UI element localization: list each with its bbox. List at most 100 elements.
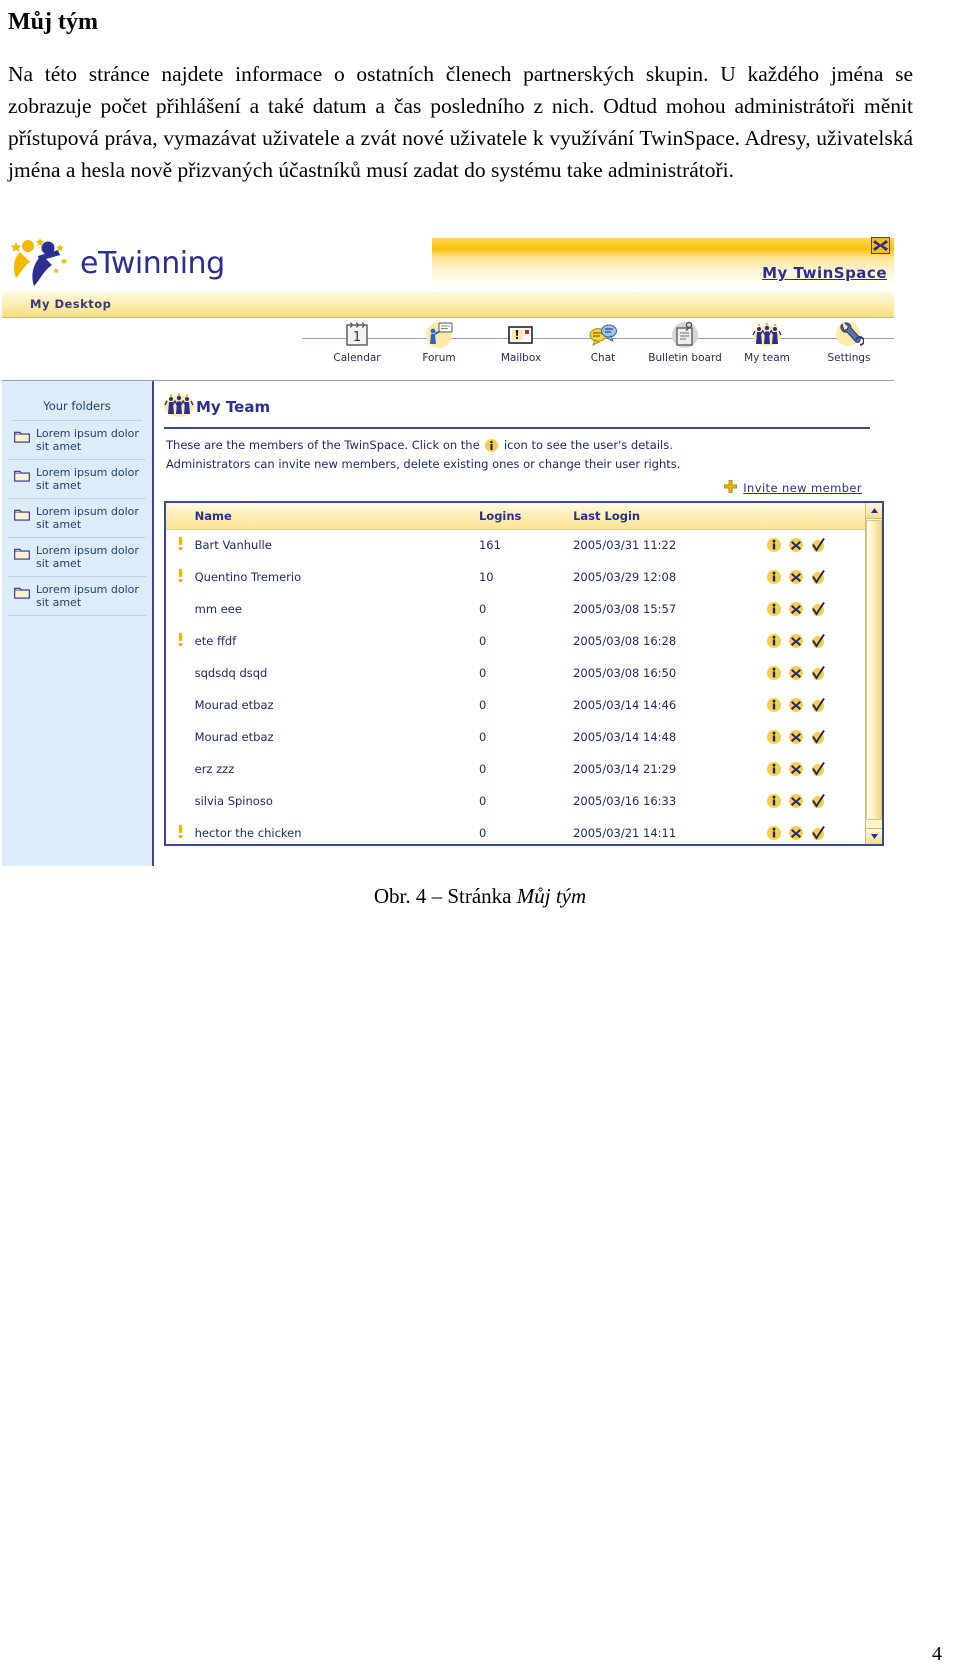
- member-last-login: 2005/03/14 14:48: [573, 730, 677, 744]
- scrollbar-thumb[interactable]: [866, 520, 882, 820]
- admin-flag-cell: [166, 561, 195, 593]
- approve-check-icon[interactable]: [811, 601, 826, 616]
- section-title-label: My Team: [196, 398, 271, 416]
- info-icon[interactable]: [767, 826, 782, 840]
- etwinning-screenshot: eTwinning My TwinSpace My Desktop 1 Calen…: [2, 234, 894, 866]
- description-line1-part1: These are the members of the TwinSpace. …: [166, 438, 480, 452]
- sidebar-folder-item[interactable]: Lorem ipsum dolor sit amet: [8, 421, 146, 460]
- folder-icon: [14, 545, 30, 564]
- admin-flag-cell: [166, 753, 195, 785]
- approve-check-icon[interactable]: [811, 697, 826, 712]
- info-icon[interactable]: [767, 602, 782, 616]
- nav-item-chat[interactable]: Chat: [566, 318, 640, 364]
- nav-item-label: My team: [744, 352, 790, 364]
- approve-check-icon[interactable]: [811, 825, 826, 840]
- approve-check-icon[interactable]: [811, 729, 826, 744]
- member-name: Quentino Tremerio: [194, 570, 302, 584]
- delete-x-icon[interactable]: [789, 538, 804, 553]
- my-desktop-link[interactable]: My Desktop: [30, 297, 111, 311]
- sidebar-folder-item[interactable]: Lorem ipsum dolor sit amet: [8, 538, 146, 577]
- member-logins: 0: [478, 730, 487, 744]
- info-icon[interactable]: [767, 634, 782, 648]
- delete-x-icon[interactable]: [789, 730, 804, 744]
- info-icon[interactable]: [767, 570, 782, 584]
- delete-x-icon[interactable]: [789, 698, 804, 712]
- folder-icon: [14, 584, 30, 603]
- table-header-row: Name Logins Last Login: [166, 503, 882, 530]
- approve-check-icon[interactable]: [811, 761, 826, 776]
- bulletin-board-icon: [648, 318, 722, 350]
- my-team-icon: [730, 318, 804, 350]
- nav-item-bulletin-board[interactable]: Bulletin board: [648, 318, 722, 364]
- info-icon[interactable]: [767, 762, 782, 776]
- info-icon[interactable]: [767, 730, 782, 744]
- info-icon[interactable]: [767, 538, 782, 553]
- approve-check-icon[interactable]: [811, 633, 826, 648]
- member-last-login: 2005/03/29 12:08: [573, 570, 677, 584]
- admin-flag-cell: [166, 721, 195, 753]
- col-admin-flag: [166, 503, 195, 530]
- nav-item-settings[interactable]: Settings: [812, 318, 886, 364]
- table-row: Quentino Tremerio 10 2005/03/29 12:08: [166, 561, 882, 593]
- admin-flag-icon: [176, 537, 185, 553]
- member-name: Mourad etbaz: [194, 698, 274, 712]
- nav-item-label: Forum: [422, 352, 456, 364]
- page-number: 4: [932, 1643, 942, 1665]
- table-row: erz zzz 0 2005/03/14 21:29: [166, 753, 882, 785]
- admin-flag-cell: [166, 593, 195, 625]
- sidebar-folder-item[interactable]: Lorem ipsum dolor sit amet: [8, 499, 146, 538]
- nav-item-forum[interactable]: Forum: [402, 318, 476, 364]
- approve-check-icon[interactable]: [811, 569, 826, 584]
- figure-caption: Obr. 4 – Stránka Můj tým: [0, 884, 960, 909]
- member-name: Mourad etbaz: [194, 730, 274, 744]
- member-name: Bart Vanhulle: [194, 538, 272, 553]
- info-icon[interactable]: [767, 666, 782, 680]
- nav-item-calendar[interactable]: 1 Calendar: [320, 318, 394, 364]
- delete-x-icon[interactable]: [789, 634, 804, 648]
- col-name: Name: [194, 503, 479, 530]
- plus-icon[interactable]: [723, 478, 738, 497]
- section-description: These are the members of the TwinSpace. …: [162, 429, 886, 472]
- settings-wrench-icon: [812, 318, 886, 350]
- close-icon[interactable]: [871, 237, 890, 254]
- member-logins: 10: [478, 570, 494, 584]
- scroll-down-button[interactable]: [866, 828, 882, 844]
- member-logins: 161: [478, 538, 501, 553]
- table-scrollbar[interactable]: [865, 503, 882, 844]
- info-icon[interactable]: [767, 794, 782, 808]
- caption-prefix: Obr. 4 – Stránka: [373, 884, 517, 908]
- invite-row: Invite new member: [162, 472, 886, 501]
- my-twinspace-link[interactable]: My TwinSpace: [762, 264, 887, 282]
- scroll-up-button[interactable]: [866, 503, 882, 519]
- table-row: mm eee 0 2005/03/08 15:57: [166, 593, 882, 625]
- members-table: Name Logins Last Login Bart Vanhulle 161 2…: [166, 503, 882, 844]
- sidebar-folder-label: Lorem ipsum dolor sit amet: [36, 466, 139, 492]
- chat-icon: [566, 318, 640, 350]
- delete-x-icon[interactable]: [789, 666, 804, 680]
- approve-check-icon[interactable]: [811, 793, 826, 808]
- delete-x-icon[interactable]: [789, 762, 804, 776]
- member-logins: 0: [478, 602, 487, 616]
- member-last-login: 2005/03/21 14:11: [573, 826, 677, 840]
- member-logins: 0: [478, 826, 487, 840]
- section-title: My Team: [162, 387, 886, 425]
- member-last-login: 2005/03/08 15:57: [573, 602, 677, 616]
- table-row: Mourad etbaz 0 2005/03/14 14:48: [166, 721, 882, 753]
- sidebar-folder-item[interactable]: Lorem ipsum dolor sit amet: [8, 577, 146, 616]
- folder-icon: [14, 428, 30, 447]
- approve-check-icon[interactable]: [811, 538, 826, 553]
- delete-x-icon[interactable]: [789, 826, 804, 840]
- delete-x-icon[interactable]: [789, 570, 804, 584]
- admin-flag-cell: [166, 817, 195, 844]
- member-last-login: 2005/03/16 16:33: [573, 794, 677, 808]
- delete-x-icon[interactable]: [789, 794, 804, 808]
- nav-item-label: Bulletin board: [648, 352, 722, 364]
- approve-check-icon[interactable]: [811, 665, 826, 680]
- info-icon[interactable]: [767, 698, 782, 712]
- nav-item-mailbox[interactable]: ! Mailbox: [484, 318, 558, 364]
- delete-x-icon[interactable]: [789, 602, 804, 616]
- svg-text:1: 1: [353, 330, 361, 345]
- invite-new-member-link[interactable]: Invite new member: [743, 481, 862, 495]
- nav-item-my-team[interactable]: My team: [730, 318, 804, 364]
- sidebar-folder-item[interactable]: Lorem ipsum dolor sit amet: [8, 460, 146, 499]
